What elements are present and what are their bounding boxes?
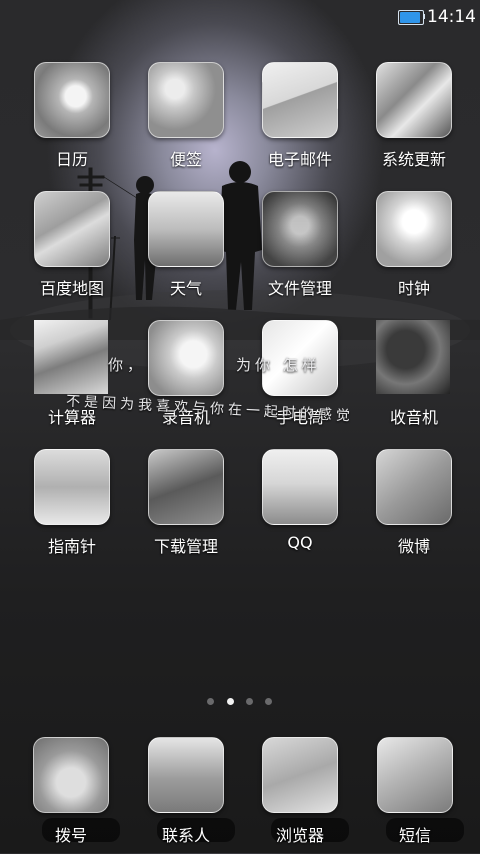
- app-label: QQ: [287, 533, 313, 552]
- calculator-icon[interactable]: [34, 320, 108, 394]
- messages-icon[interactable]: [377, 737, 453, 813]
- app-weather[interactable]: 天气: [129, 189, 243, 309]
- app-label: 指南针: [47, 537, 96, 556]
- dock-label: 拨号: [54, 826, 87, 845]
- recorder-icon[interactable]: [148, 320, 224, 396]
- radio-icon[interactable]: [376, 320, 450, 394]
- app-qq[interactable]: QQ: [243, 447, 357, 567]
- clock-icon[interactable]: [376, 191, 452, 267]
- app-compass[interactable]: 指南针: [15, 447, 129, 567]
- app-download-manager[interactable]: 下载管理: [129, 447, 243, 567]
- compass-icon[interactable]: [34, 449, 110, 525]
- app-label: 天气: [169, 279, 202, 298]
- app-radio[interactable]: 收音机: [357, 318, 471, 438]
- battery-icon: [398, 10, 424, 25]
- download-manager-icon[interactable]: [148, 449, 224, 525]
- calendar-icon[interactable]: [34, 62, 110, 138]
- page-indicator: [0, 698, 480, 708]
- dock-label: 联系人: [161, 826, 210, 845]
- system-update-icon[interactable]: [376, 62, 452, 138]
- weibo-icon[interactable]: [376, 449, 452, 525]
- dialer-icon[interactable]: [33, 737, 109, 813]
- battery-cap: [423, 14, 425, 19]
- app-label: 电子邮件: [267, 150, 332, 169]
- app-label: 便签: [169, 150, 202, 169]
- app-notes[interactable]: 便签: [129, 60, 243, 180]
- baidu-map-icon[interactable]: [34, 191, 110, 267]
- app-label: 日历: [55, 150, 88, 169]
- app-system-update[interactable]: 系统更新: [357, 60, 471, 180]
- clock-time: 14:14: [427, 7, 476, 27]
- email-icon[interactable]: [262, 62, 338, 138]
- page-dot[interactable]: [265, 698, 272, 705]
- app-calculator[interactable]: 计算器: [15, 318, 129, 438]
- app-label: 时钟: [397, 279, 430, 298]
- app-recorder[interactable]: 录音机: [129, 318, 243, 438]
- lyric-line-1a: 你，: [108, 356, 147, 374]
- app-label: 微博: [397, 537, 430, 556]
- app-calendar[interactable]: 日历: [15, 60, 129, 180]
- app-label: 收音机: [389, 408, 438, 427]
- dock-browser[interactable]: 浏览器: [243, 734, 357, 854]
- app-clock[interactable]: 时钟: [357, 189, 471, 309]
- contacts-icon[interactable]: [148, 737, 224, 813]
- app-label: 系统更新: [381, 150, 446, 169]
- status-bar: 14:14: [0, 0, 480, 34]
- dock-label: 短信: [398, 826, 431, 845]
- lyric-line-1: 为你 怎样: [236, 356, 321, 374]
- app-file-manager[interactable]: 文件管理: [243, 189, 357, 309]
- dock: 拨号 联系人 浏览器 短信: [0, 734, 480, 853]
- dock-contacts[interactable]: 联系人: [129, 734, 243, 854]
- app-label: 下载管理: [153, 537, 218, 556]
- dock-label: 浏览器: [275, 826, 324, 845]
- app-baidu-map[interactable]: 百度地图: [15, 189, 129, 309]
- app-weibo[interactable]: 微博: [357, 447, 471, 567]
- battery-level-fill: [400, 12, 420, 23]
- notes-icon[interactable]: [148, 62, 224, 138]
- page-dot-active[interactable]: [227, 698, 234, 705]
- page-dot[interactable]: [207, 698, 214, 705]
- weather-icon[interactable]: [148, 191, 224, 267]
- qq-icon[interactable]: [262, 449, 338, 525]
- dock-dialer[interactable]: 拨号: [14, 734, 128, 854]
- dock-messages[interactable]: 短信: [358, 734, 472, 854]
- page-dot[interactable]: [246, 698, 253, 705]
- app-email[interactable]: 电子邮件: [243, 60, 357, 180]
- browser-icon[interactable]: [262, 737, 338, 813]
- file-manager-icon[interactable]: [262, 191, 338, 267]
- app-label: 百度地图: [39, 279, 104, 298]
- app-label: 文件管理: [267, 279, 332, 298]
